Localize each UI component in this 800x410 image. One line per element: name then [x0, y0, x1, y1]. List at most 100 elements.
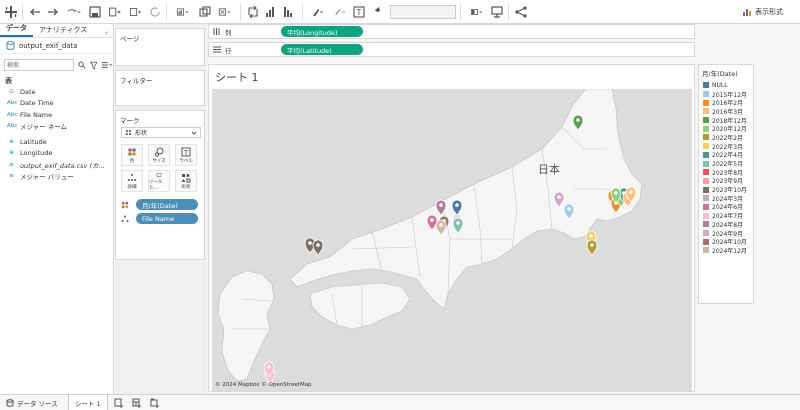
search-input[interactable] — [4, 59, 74, 71]
replace-data-icon[interactable] — [64, 4, 84, 20]
legend-item[interactable]: 2022年2月 — [699, 133, 753, 142]
legend-swatch — [703, 195, 709, 202]
mark-type-dropdown[interactable]: 形状 — [121, 127, 201, 138]
field-measure-values[interactable]: ≡ メジャー バリュー — [0, 171, 113, 183]
undo-icon[interactable] — [28, 4, 42, 20]
field-date-time[interactable]: Abc Date Time — [0, 98, 113, 110]
legend-item[interactable]: 2022年4月 — [699, 151, 753, 159]
map-view[interactable]: 日本 © 2024 Mapbox © OpenStreetMap — [212, 89, 692, 391]
search-icon[interactable] — [78, 61, 86, 69]
tab-analytics[interactable]: アナリティクス — [33, 25, 93, 37]
legend-label: 2024年3月 — [712, 195, 744, 203]
legend-title[interactable]: 月/年(Date) — [699, 65, 753, 81]
legend-item[interactable]: 2024年3月 — [699, 194, 753, 203]
swap-rows-columns-icon[interactable] — [246, 4, 260, 20]
tooltip-button[interactable]: ツールヒ... — [148, 170, 170, 192]
legend-item[interactable]: 2018年12月 — [699, 116, 753, 125]
field-file-name[interactable]: Abc File Name — [0, 109, 113, 121]
legend-item[interactable]: 2023年9月 — [699, 177, 753, 185]
rows-shelf[interactable]: 行 平均(Latitude) — [208, 42, 695, 57]
columns-pill-longitude[interactable]: 平均(Longitude) — [281, 26, 363, 37]
legend-item[interactable]: 2024年9月 — [699, 229, 753, 238]
rows-pill-latitude[interactable]: 平均(Latitude) — [281, 44, 363, 55]
field-record-count[interactable]: ≡ output_exif_data.csv (カ... — [0, 159, 113, 171]
fit-dropdown[interactable] — [390, 5, 456, 19]
show-labels-icon[interactable]: T — [352, 4, 366, 20]
field-latitude[interactable]: ⊕ Latitude — [0, 136, 113, 148]
sort-ascending-icon[interactable] — [264, 4, 278, 20]
share-icon[interactable] — [514, 4, 528, 20]
collapse-panel-icon[interactable]: ‹ — [105, 29, 113, 37]
new-story-icon[interactable] — [148, 398, 162, 408]
new-sheet-icon[interactable] — [126, 4, 146, 20]
sheet-title[interactable]: シート 1 — [215, 69, 259, 85]
redo-icon[interactable] — [46, 4, 60, 20]
tab-data[interactable]: データ — [0, 23, 33, 37]
sheet-view: シート 1 日本 © 2024 Mapbox © OpenStreetMap — [208, 64, 695, 392]
toolbar: T 表示形式 — [0, 0, 800, 24]
sort-descending-icon[interactable] — [282, 4, 296, 20]
show-cards-icon[interactable] — [466, 4, 488, 20]
legend-item[interactable]: 2024年12月 — [699, 246, 753, 255]
field-name: メジャー バリュー — [20, 173, 74, 182]
new-dashboard-icon[interactable] — [130, 398, 144, 408]
map-canvas: 日本 — [212, 89, 692, 391]
tab-sheet-1[interactable]: シート 1 — [68, 394, 108, 410]
presentation-mode-icon[interactable] — [490, 4, 504, 20]
legend-item[interactable]: 2024年8月 — [699, 220, 753, 229]
filter-icon[interactable] — [89, 61, 98, 69]
datasource-item[interactable]: output_exif_data — [0, 38, 113, 54]
color-button[interactable]: 色 — [121, 144, 143, 166]
legend-item[interactable]: 2022年3月 — [699, 142, 753, 151]
field-measure-names[interactable]: Abc メジャー ネーム — [0, 121, 113, 133]
map-pin-dot — [455, 203, 459, 207]
legend-item[interactable]: 2022年5月 — [699, 159, 753, 168]
legend-label: 2024年12月 — [712, 247, 747, 255]
legend-item[interactable]: NULL — [699, 81, 753, 90]
chart-type-icon[interactable] — [172, 4, 194, 20]
legend-item[interactable]: 2024年6月 — [699, 203, 753, 211]
field-name: output_exif_data.csv (カ... — [20, 161, 105, 170]
legend-item[interactable]: 2024年10月 — [699, 237, 753, 246]
text-field-icon: Abc — [7, 100, 18, 107]
measure-field-icon: ≡ — [9, 161, 14, 168]
show-me-button[interactable]: 表示形式 — [742, 5, 783, 19]
columns-shelf[interactable]: 列 平均(Longitude) — [208, 24, 695, 39]
legend-item[interactable]: 2015年12月 — [699, 90, 753, 99]
mark-type-label: 形状 — [135, 130, 148, 137]
legend-swatch — [703, 143, 709, 150]
field-date[interactable]: ⊡ Date — [0, 86, 113, 98]
legend-item[interactable]: 2016年2月 — [699, 98, 753, 107]
pages-shelf[interactable]: ページ — [115, 28, 205, 66]
legend-item[interactable]: 2023年8月 — [699, 168, 753, 177]
detail-pill-file-name[interactable]: File Name — [136, 213, 198, 224]
legend-swatch — [703, 160, 709, 167]
pages-title: ページ — [120, 35, 140, 43]
field-longitude[interactable]: ⊕ Longitude — [0, 148, 113, 160]
legend-item[interactable]: 2020年12月 — [699, 124, 753, 133]
filters-shelf[interactable]: フィルター — [115, 70, 205, 106]
map-attribution[interactable]: © 2024 Mapbox © OpenStreetMap — [215, 382, 312, 388]
duplicate-icon[interactable] — [198, 4, 212, 20]
legend-swatch — [703, 221, 709, 228]
clear-sheet-icon[interactable] — [214, 4, 236, 20]
new-datasource-icon[interactable] — [106, 4, 124, 20]
save-icon[interactable] — [88, 4, 102, 20]
legend-item[interactable]: 2024年7月 — [699, 211, 753, 220]
detail-button[interactable]: 詳細 — [121, 170, 143, 192]
pause-refresh-icon[interactable] — [148, 4, 162, 20]
legend-item[interactable]: 2016年3月 — [699, 107, 753, 116]
tableau-logo-icon[interactable] — [4, 4, 18, 20]
shape-button[interactable]: 形状 — [175, 170, 197, 192]
color-pill-month-year[interactable]: 月/年(Date) — [136, 199, 198, 210]
fix-axes-icon[interactable] — [370, 4, 384, 20]
group-members-icon[interactable] — [330, 4, 350, 20]
highlight-icon[interactable] — [308, 4, 328, 20]
legend-label: 2024年10月 — [712, 239, 747, 247]
label-button[interactable]: T ラベル — [175, 144, 197, 166]
new-worksheet-icon[interactable] — [112, 398, 126, 408]
legend-item[interactable]: 2023年10月 — [699, 185, 753, 194]
datasource-tab[interactable]: データ ソース — [0, 398, 66, 408]
size-button[interactable]: サイズ — [148, 144, 170, 166]
view-options-icon[interactable] — [101, 61, 113, 69]
